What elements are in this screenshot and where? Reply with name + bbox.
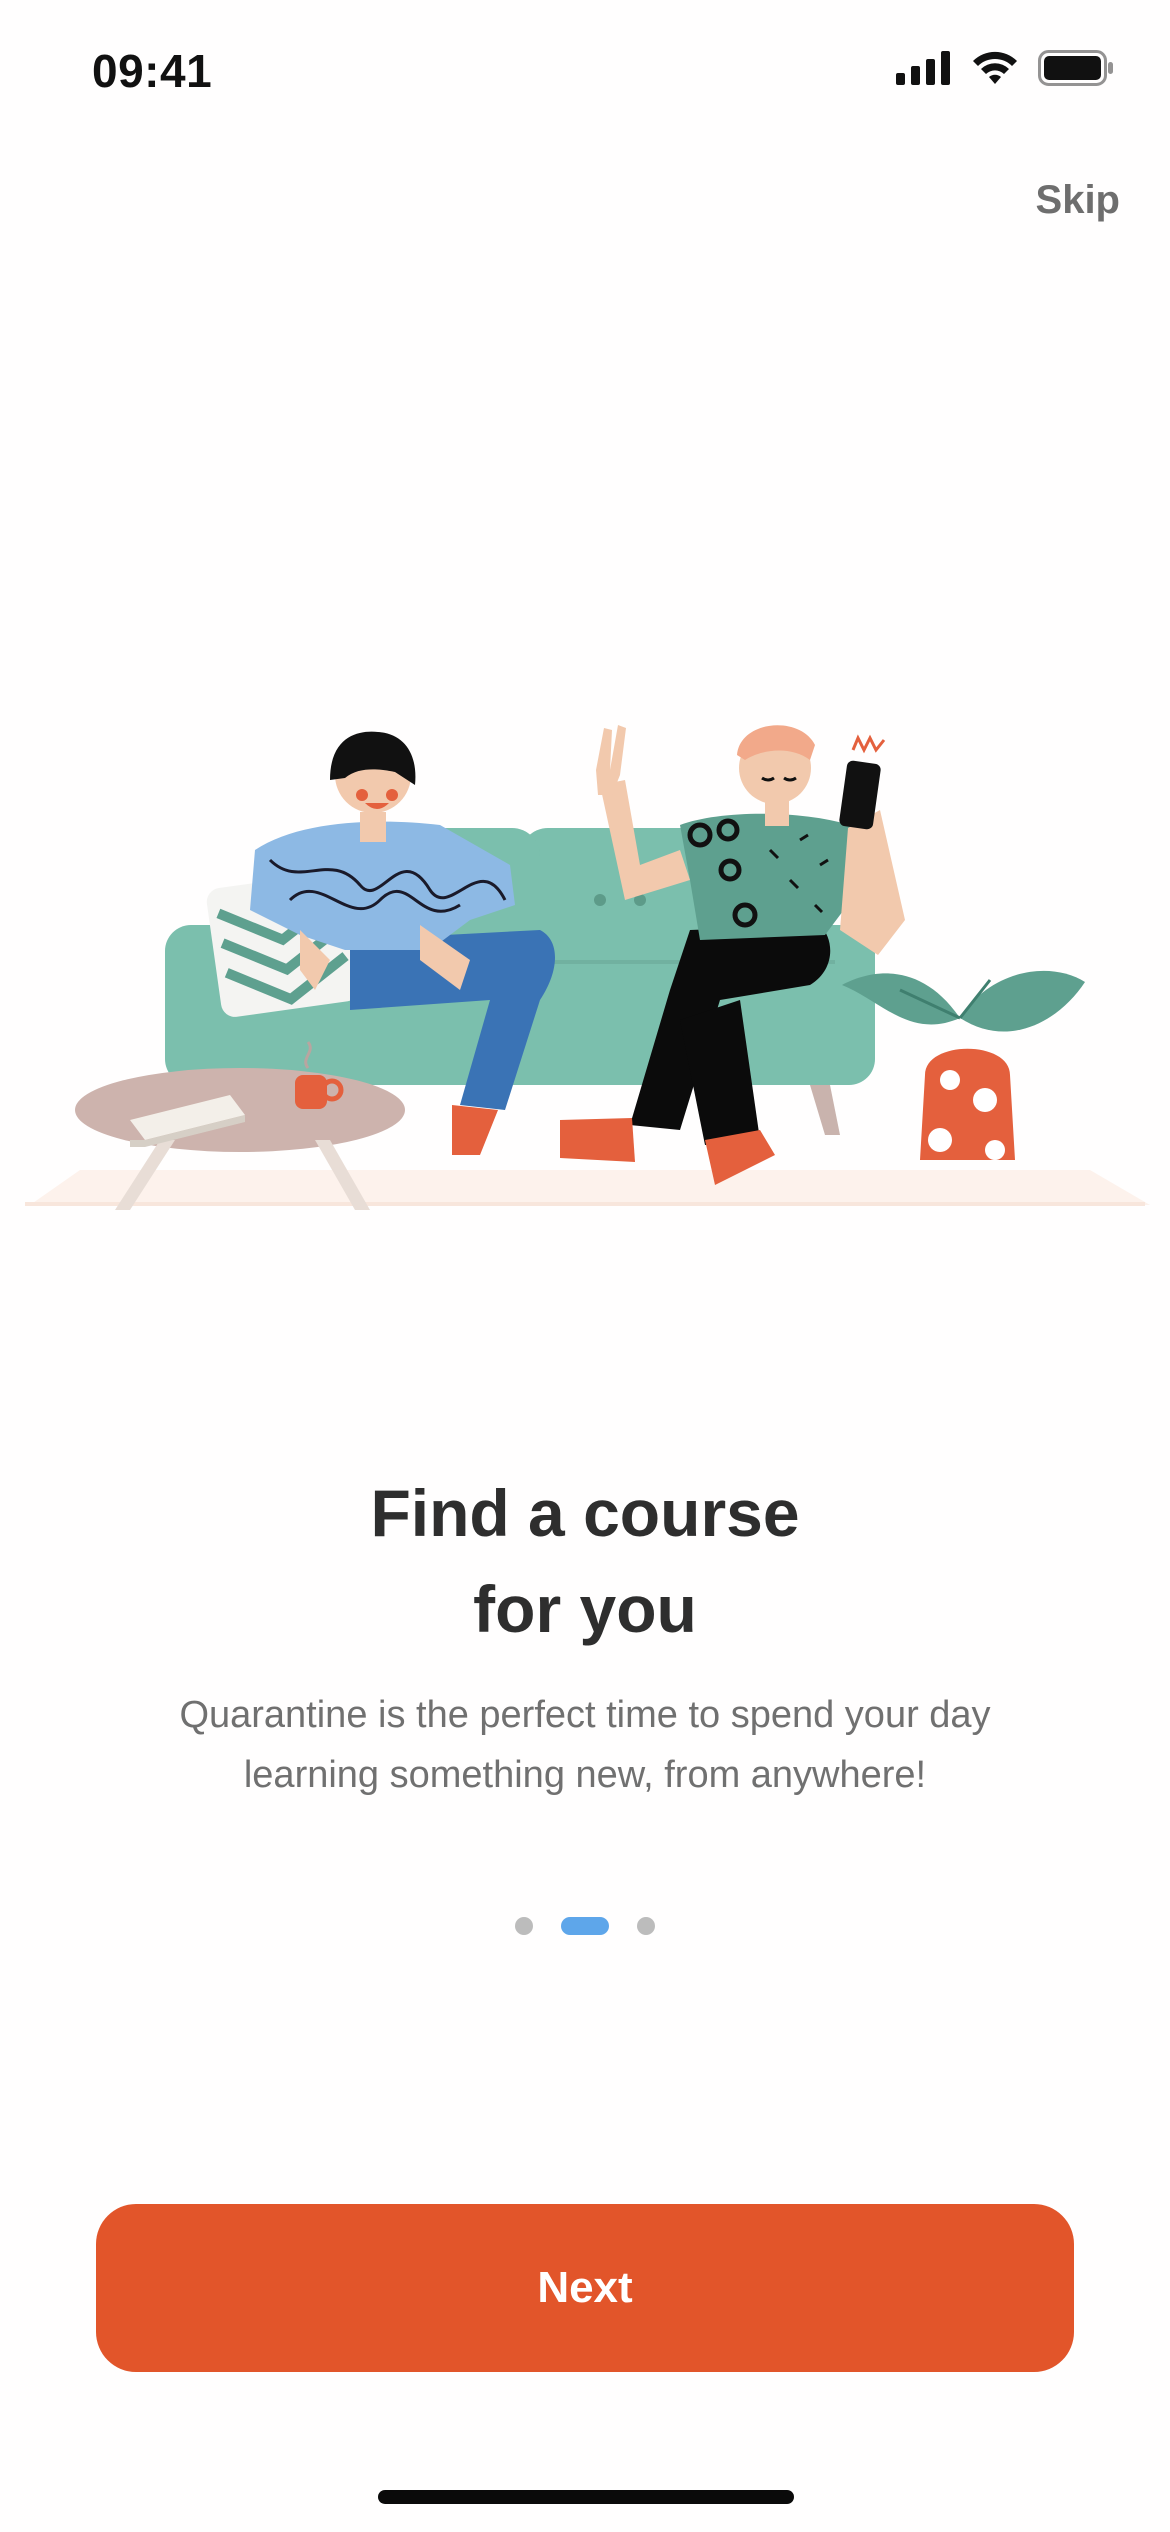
page-indicator-dot-active[interactable] [561, 1917, 609, 1935]
page-title: Find a course for you [0, 1465, 1170, 1657]
wifi-icon [970, 50, 1020, 91]
status-bar: 09:41 [0, 0, 1170, 150]
page-indicator [0, 1917, 1170, 1935]
home-indicator[interactable] [378, 2490, 794, 2504]
page-indicator-dot[interactable] [515, 1917, 533, 1935]
skip-button[interactable]: Skip [1036, 178, 1120, 223]
two-people-on-sofa-illustration [0, 700, 1170, 1240]
status-icons [896, 50, 1114, 91]
cellular-signal-icon [896, 51, 952, 90]
page-title-line-1: Find a course [370, 1476, 800, 1550]
battery-icon [1038, 50, 1114, 91]
onboarding-screen: 09:41 Skip Find a course for you Quarant… [0, 0, 1170, 2532]
page-indicator-dot[interactable] [637, 1917, 655, 1935]
next-button[interactable]: Next [96, 2204, 1074, 2372]
page-title-line-2: for you [473, 1572, 697, 1646]
status-time: 09:41 [92, 45, 213, 97]
page-subtitle: Quarantine is the perfect time to spend … [179, 1694, 991, 1796]
